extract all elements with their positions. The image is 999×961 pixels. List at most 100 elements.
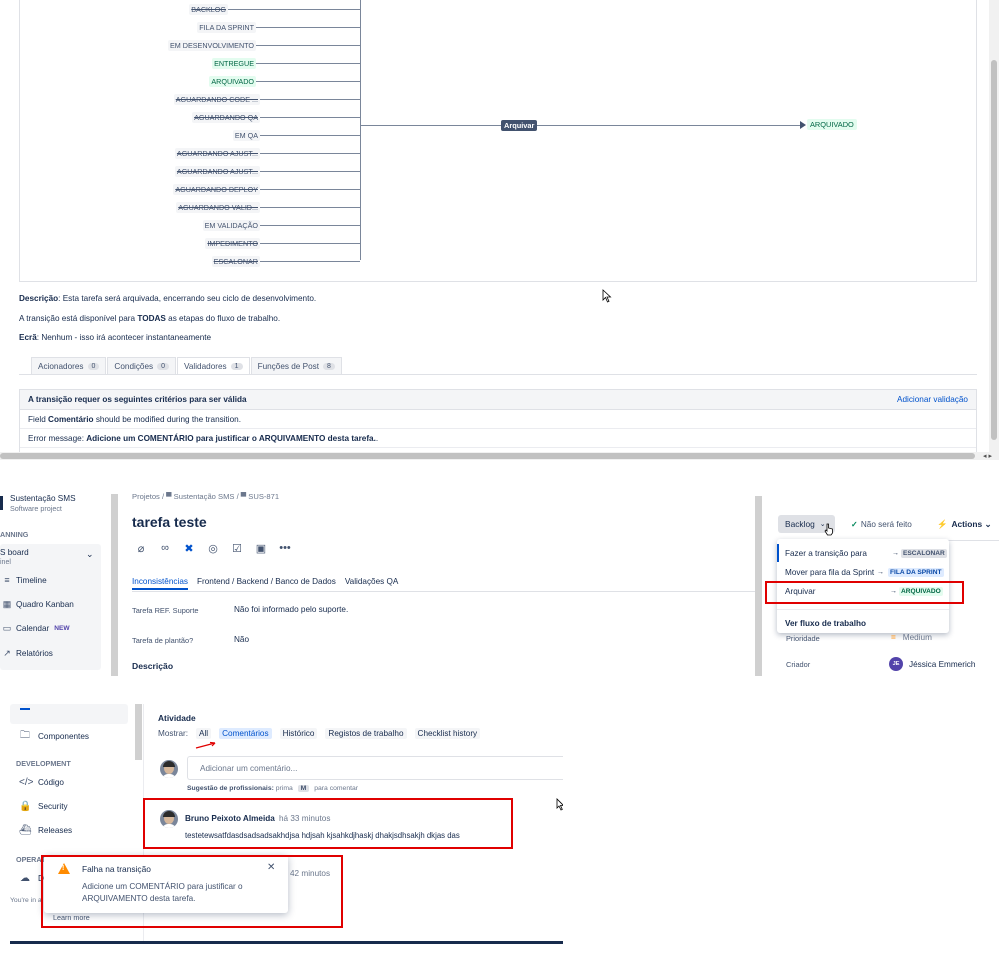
more-icon[interactable]: ••• [276, 540, 294, 556]
sidebar-item-kanban[interactable]: ▦ Quadro Kanban [2, 599, 74, 610]
workflow-status[interactable]: AGUARDANDO QA [192, 111, 360, 123]
keyboard-key: M [297, 785, 310, 792]
workflow-status[interactable]: IMPEDIMENTO [205, 237, 360, 249]
workflow-status[interactable]: ENTREGUE [212, 57, 360, 69]
breadcrumb[interactable]: Projetos / ▀ Sustentação SMS / ▀ SUS-871 [132, 492, 279, 501]
ship-icon: ⛴ [19, 825, 32, 836]
sidebar-item-code[interactable]: </> Código [19, 777, 64, 788]
workflow-status[interactable]: ARQUIVADO [209, 75, 360, 87]
field-value[interactable]: Não [234, 635, 249, 644]
transition-availability: A transição está disponível para TODAS a… [19, 314, 281, 323]
workflow-status[interactable]: AGUARDANDO CODE ... [173, 93, 360, 105]
transition-menu-item[interactable]: Fazer a transição para → ESCALONAR [777, 544, 949, 562]
status-lozenge: ARQUIVADO [209, 75, 256, 87]
workflow-transition-panel: BACKLOG FILA DA SPRINT EM DESENVOLVIMENTO E… [0, 0, 999, 460]
workflow-status[interactable]: EM DESENVOLVIMENTO [167, 39, 360, 51]
confluence-icon[interactable]: ✖ [180, 540, 198, 556]
sidebar-item-lock[interactable]: 🔒 Security [19, 801, 68, 812]
issue-tab[interactable]: Inconsistências [132, 577, 188, 590]
issue-title[interactable]: tarefa teste [132, 514, 207, 530]
activity-filter[interactable]: All [196, 728, 212, 739]
workflow-status[interactable]: EM QA [232, 129, 360, 141]
priority-label: Prioridade [786, 634, 820, 643]
tab-acionadores[interactable]: Acionadores 0 [31, 357, 107, 374]
planning-heading: ANNING [0, 530, 29, 539]
tab-count-badge: 1 [230, 362, 243, 370]
activity-filter[interactable]: Histórico [279, 728, 318, 739]
checkbox-icon[interactable]: ☑ [228, 540, 246, 556]
code-icon: </> [19, 777, 34, 788]
sidebar-scrollbar[interactable] [135, 704, 142, 760]
reports-icon: ↗ [3, 648, 11, 658]
status-connector [260, 224, 360, 226]
status-connector [260, 242, 360, 244]
vertical-scrollbar[interactable] [989, 0, 999, 460]
activity-heading: Atividade [158, 713, 196, 723]
board-selector[interactable]: S board [0, 548, 29, 557]
comment-input[interactable]: Adicionar um comentário... [187, 756, 563, 780]
sidebar-active-item[interactable] [10, 704, 128, 724]
status-connector [260, 206, 360, 208]
status-lozenge: IMPEDIMENTO [205, 237, 260, 249]
deploy-icon: ☁ [20, 873, 30, 884]
actions-button[interactable]: ⚡ Actions ⌄ [937, 519, 992, 530]
field-value[interactable]: Não foi informado pelo suporte. [234, 605, 348, 614]
workflow-status[interactable]: AGUARDANDO DEPLOY [173, 183, 360, 195]
target-status: ARQUIVADO [807, 119, 857, 130]
arrow-right-icon: → [892, 549, 899, 557]
arrow-right-icon: → [877, 568, 884, 576]
tabs-divider [19, 374, 977, 375]
sidebar-item-calendar[interactable]: ▭ Calendar NEW [2, 623, 70, 634]
status-list: BACKLOG FILA DA SPRINT EM DESENVOLVIMENTO E… [20, 0, 360, 267]
sidebar-item-ship[interactable]: ⛴ Releases [19, 825, 72, 836]
sidebar-item-timeline[interactable]: ≡ Timeline [2, 575, 46, 585]
project-name[interactable]: Sustentação SMS [10, 494, 76, 503]
workflow-status[interactable]: ESCALONAR [211, 255, 360, 267]
status-connector [260, 116, 360, 118]
attach-icon[interactable]: ⌀ [132, 540, 150, 556]
activity-filter[interactable]: Comentários [219, 728, 272, 739]
chevron-down-icon[interactable]: ⌄ [86, 549, 94, 560]
issue-tab[interactable]: Validações QA [345, 577, 399, 590]
workflow-status[interactable]: AGUARDANDO AJUST... [174, 147, 360, 159]
tab-count-badge: 8 [323, 362, 335, 370]
issue-tab[interactable]: Frontend / Backend / Banco de Dados [197, 577, 336, 590]
sidebar-item-components[interactable]: 🗀 Componentes [19, 728, 89, 745]
status-lozenge: FILA DA SPRINT [888, 567, 944, 577]
transition-menu-item[interactable]: Mover para fila da Sprint → FILA DA SPRINT [777, 563, 949, 581]
activity-filter[interactable]: Registos de trabalho [325, 728, 407, 739]
mouse-cursor-icon [602, 289, 612, 303]
workflow-diagram: BACKLOG FILA DA SPRINT EM DESENVOLVIMENTO E… [19, 0, 977, 282]
tab-condi-es[interactable]: Condições 0 [107, 357, 177, 374]
scroll-arrows-icon[interactable]: ◂ ▸ [983, 452, 992, 460]
add-validation-link[interactable]: Adicionar validação [897, 395, 968, 404]
status-lozenge: EM DESENVOLVIMENTO [167, 39, 256, 51]
wont-do-button[interactable]: ✓ Não será feito [851, 519, 912, 529]
tab-fun-es-de-post[interactable]: Funções de Post 8 [250, 357, 342, 374]
workflow-status[interactable]: FILA DA SPRINT [197, 21, 360, 33]
activity-filter[interactable]: Checklist history [414, 728, 481, 739]
square-app-icon[interactable]: ▣ [252, 540, 270, 556]
main-scrollbar[interactable] [755, 496, 762, 676]
status-connector [256, 26, 360, 28]
transition-label[interactable]: Arquivar [501, 120, 538, 131]
workflow-status[interactable]: AGUARDANDO AJUST... [174, 165, 360, 177]
components-icon: 🗀 [20, 730, 30, 741]
view-workflow-item[interactable]: Ver fluxo de trabalho [777, 614, 949, 632]
workflow-status[interactable]: AGUARDANDO VALID... [176, 201, 360, 213]
horizontal-scrollbar-thumb[interactable] [0, 453, 975, 459]
status-lozenge: EM VALIDAÇÃO [202, 219, 260, 231]
sidebar-scrollbar[interactable] [111, 494, 118, 676]
check-circle-icon[interactable]: ◎ [204, 540, 222, 556]
board-subtitle: inel [0, 559, 11, 566]
tab-validadores[interactable]: Validadores 1 [177, 357, 250, 374]
sidebar-item-reports[interactable]: ↗ Relatórios [2, 648, 53, 659]
workflow-status[interactable]: BACKLOG [189, 3, 360, 15]
vertical-scrollbar-thumb[interactable] [991, 60, 997, 440]
status-lozenge: FILA DA SPRINT [197, 21, 256, 33]
bottom-bar [10, 941, 563, 944]
workflow-status[interactable]: EM VALIDAÇÃO [202, 219, 360, 231]
priority-value[interactable]: = Medium [891, 633, 932, 642]
link-icon[interactable]: ∞ [156, 540, 174, 556]
creator-value[interactable]: JE Jéssica Emmerich [889, 657, 975, 671]
